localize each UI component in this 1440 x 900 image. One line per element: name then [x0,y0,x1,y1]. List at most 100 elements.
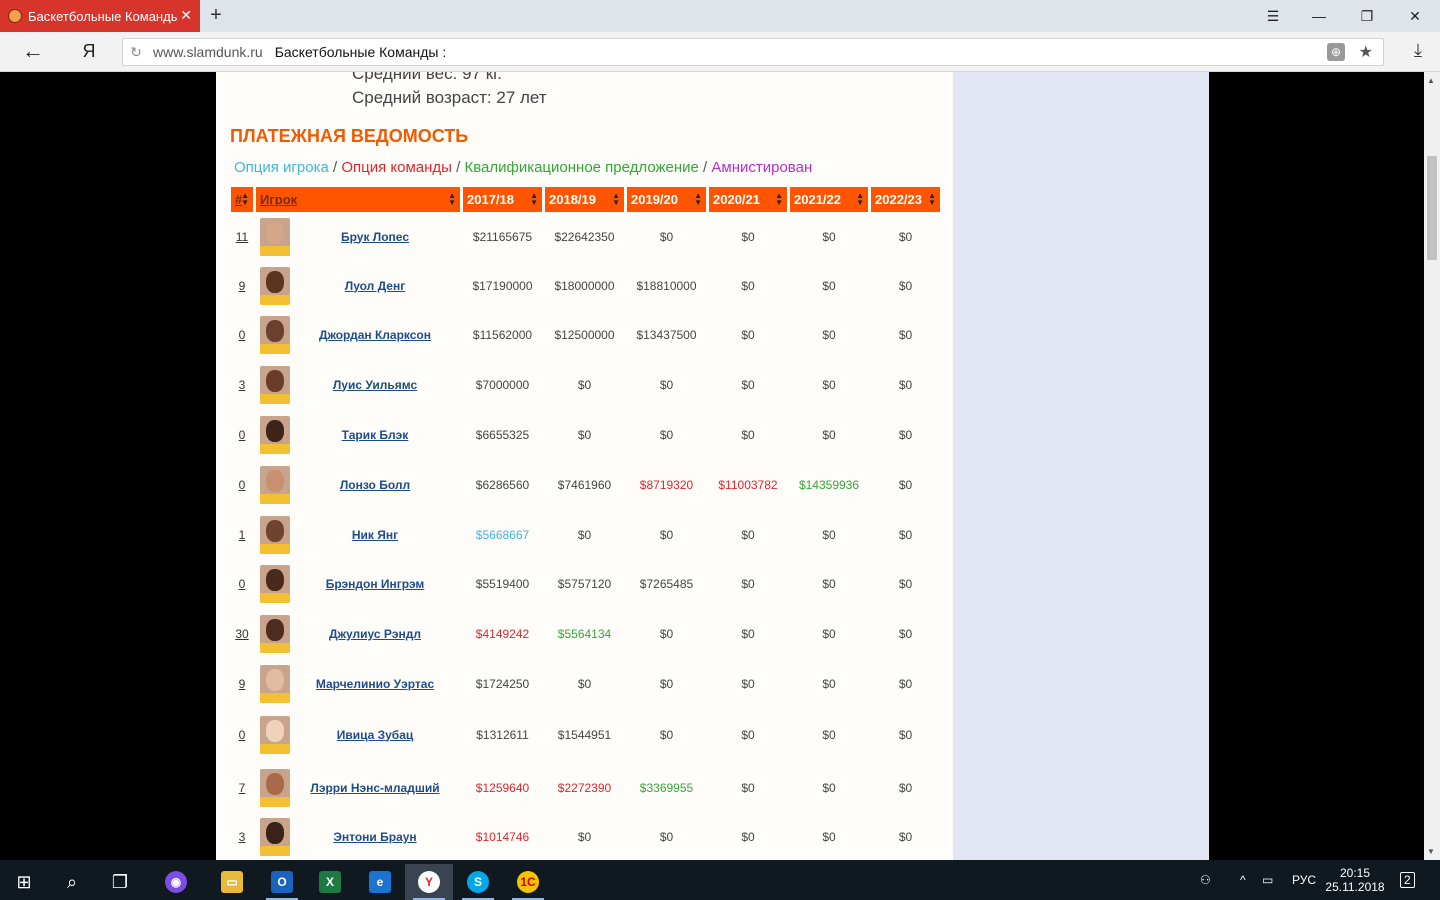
player-number-link[interactable]: 0 [231,310,253,360]
salary-cell: $0 [577,676,592,691]
player-number-link[interactable]: 0 [231,460,253,510]
player-name-link[interactable]: Джулиус Рэндл [290,627,460,641]
tab-title: Баскетбольные Команды [28,8,178,24]
minimize-icon[interactable]: — [1296,0,1342,32]
salary-cell: $13437500 [636,328,697,342]
header-season[interactable]: 2019/20 ▲ ▼ [627,187,706,212]
player-number-link[interactable]: 9 [231,659,253,708]
excel-icon[interactable]: X [306,864,354,900]
player-number-link[interactable]: 11 [231,212,253,261]
salary-cell: $0 [898,830,913,844]
file-explorer-icon[interactable]: ▭ [208,864,256,900]
player-name-link[interactable]: Ник Янг [290,528,460,542]
sort-icon: ▲ ▼ [612,191,620,207]
player-photo [260,565,290,603]
player-number-link[interactable]: 0 [231,409,253,460]
close-window-icon[interactable]: ✕ [1392,0,1438,32]
input-language[interactable]: РУС [1292,860,1316,900]
header-season[interactable]: 2021/22 ▲ ▼ [790,187,868,212]
salary-cell: $0 [659,627,674,641]
url-field[interactable]: ↻ www.slamdunk.ru Баскетбольные Команды … [122,38,1384,66]
scroll-down-icon[interactable]: ▼ [1427,847,1435,856]
salary-cell: $0 [577,377,592,392]
salary-cell: $0 [741,427,755,442]
browser-tab[interactable]: Баскетбольные Команды ✕ [0,0,200,32]
player-name-link[interactable]: Луол Денг [290,279,460,293]
salary-cell: $0 [898,577,913,591]
new-tab-button[interactable]: + [205,4,227,26]
close-tab-icon[interactable]: ✕ [180,7,192,24]
player-name-link[interactable]: Ивица Зубац [290,728,460,742]
back-arrow-icon[interactable]: ← [20,38,46,64]
player-cell: Луол Денг [256,261,460,310]
header-player[interactable]: Игрок ▲ ▼ [256,187,460,212]
player-number-link[interactable]: 7 [231,761,253,814]
network-icon[interactable]: ▭ [1262,860,1273,900]
1c-icon[interactable]: 1C [504,864,552,900]
edge-icon[interactable]: e [356,864,404,900]
player-name-link[interactable]: Джордан Кларксон [290,328,460,342]
salary-cell: $0 [577,527,592,542]
people-icon[interactable]: ⚇ [1200,860,1211,900]
sort-icon: ▲ ▼ [530,191,538,207]
player-cell: Марчелинио Уэртас [256,659,460,708]
player-name-link[interactable]: Луис Уильямс [290,378,460,392]
salary-cell: $0 [577,427,592,442]
clock[interactable]: 20:15 25.11.2018 [1325,860,1384,900]
player-number-link[interactable]: 0 [231,559,253,609]
menu-icon[interactable]: ☰ [1250,0,1296,32]
search-icon[interactable]: ⌕ [48,864,96,900]
skype-icon[interactable]: S [454,864,502,900]
player-number-link[interactable]: 1 [231,510,253,559]
restore-icon[interactable]: ❐ [1344,0,1390,32]
scrollbar-thumb[interactable] [1427,156,1437,260]
download-icon[interactable]: ⤓ [1406,40,1430,64]
action-center-icon[interactable]: 2 [1400,860,1415,900]
yandex-browser-icon[interactable]: Y [405,864,453,900]
player-photo [260,818,290,856]
table-row: 0 Джордан Кларксон $11562000 $12500000 $1343… [231,310,940,360]
bookmark-star-icon[interactable]: ★ [1359,42,1373,62]
player-cell: Лэрри Нэнс-младший [256,761,460,814]
header-season[interactable]: 2022/23 ▲ ▼ [871,187,940,212]
reload-icon[interactable]: ↻ [123,44,149,61]
tray-chevron-icon[interactable]: ^ [1240,860,1246,900]
salary-cell: $7000000 [475,377,530,392]
salary-cell: $0 [741,278,755,293]
player-number-link[interactable]: 9 [231,261,253,310]
table-row: 9 Марчелинио Уэртас $1724250 $0 $0 $0 $0 $0 [231,659,940,708]
salary-cell: $0 [659,229,674,244]
player-number-link[interactable]: 30 [231,609,253,659]
header-number[interactable]: # ▲ ▼ [231,187,253,212]
legend-amnestied: Амнистирован [711,159,813,176]
sort-icon: ▲ ▼ [856,191,864,207]
windows-start-icon[interactable]: ⊞ [0,864,48,900]
task-view-icon[interactable]: ❐ [96,864,144,900]
salary-cell: $4149242 [475,627,530,641]
page-scrollbar[interactable]: ▲ ▼ [1424,72,1440,860]
tab-strip: Баскетбольные Команды ✕ + ☰ — ❐ ✕ [0,0,1440,32]
salary-cell: $11562000 [472,328,533,342]
player-name-link[interactable]: Марчелинио Уэртас [290,677,460,691]
player-name-link[interactable]: Брук Лопес [290,230,460,244]
outlook-icon[interactable]: O [258,864,306,900]
salary-cell: $0 [741,577,755,591]
header-season[interactable]: 2017/18 ▲ ▼ [463,187,542,212]
player-name-link[interactable]: Брэндон Ингрэм [290,577,460,591]
player-number-link[interactable]: 3 [231,814,253,860]
player-name-link[interactable]: Тарик Блэк [290,428,460,442]
yandex-home-button[interactable]: Я [78,38,100,64]
player-number-link[interactable]: 0 [231,708,253,761]
player-photo [260,415,290,454]
player-name-link[interactable]: Энтони Браун [290,830,460,844]
player-number-link[interactable]: 3 [231,360,253,409]
player-cell: Энтони Браун [256,814,460,860]
scroll-up-icon[interactable]: ▲ [1427,76,1435,85]
player-name-link[interactable]: Лонзо Болл [290,478,460,492]
header-season[interactable]: 2018/19 ▲ ▼ [545,187,624,212]
header-season[interactable]: 2020/21 ▲ ▼ [709,187,787,212]
salary-cell: $1724250 [475,676,530,691]
alice-assistant-icon[interactable]: ◉ [152,864,200,900]
player-name-link[interactable]: Лэрри Нэнс-младший [290,781,460,795]
globe-icon[interactable]: ⊕ [1327,43,1345,61]
